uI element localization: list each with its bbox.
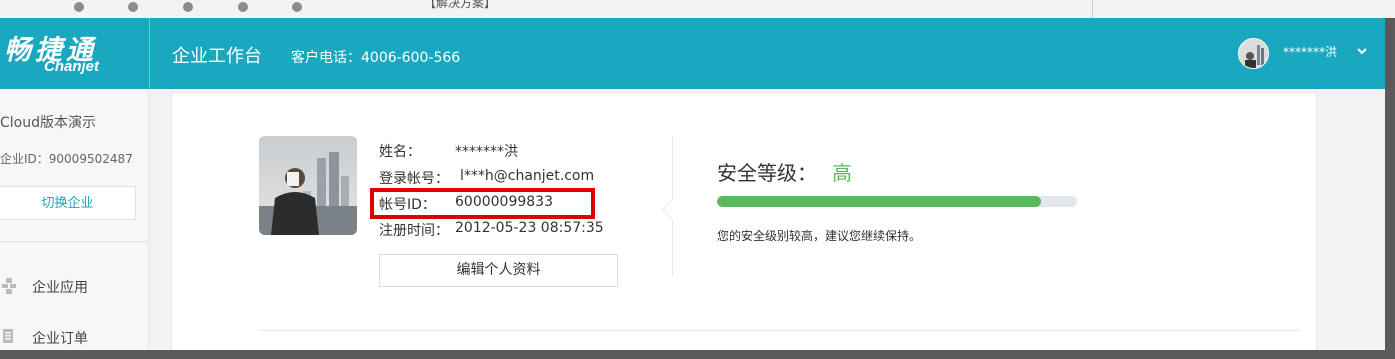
- card-divider-notch: [662, 200, 682, 220]
- account-value: l***h@chanjet.com: [460, 168, 595, 184]
- profile-photo: [259, 136, 357, 235]
- strip-dot: [292, 2, 302, 12]
- strip-dot: [238, 2, 248, 12]
- highlight-box: [370, 188, 595, 219]
- company-id: 企业ID：90009502487: [0, 152, 133, 166]
- sidebar-item-label: 企业订单: [32, 331, 88, 347]
- name-label: 姓名：: [379, 144, 421, 160]
- field-register-time: 注册时间： 2012-05-23 08:57:35: [379, 220, 604, 240]
- field-account: 登录帐号： l***h@chanjet.com: [379, 168, 594, 188]
- apps-icon: [2, 278, 16, 294]
- strip-text: 【解决方案】: [424, 0, 497, 10]
- strip-dot: [128, 2, 138, 12]
- sidebar: Cloud版本演示 企业ID：90009502487 切换企业 企业应用 企业订…: [0, 89, 149, 350]
- orders-icon: [3, 329, 13, 343]
- chevron-down-icon[interactable]: [1355, 44, 1369, 58]
- register-time-label: 注册时间：: [379, 223, 449, 239]
- header-title[interactable]: 企业工作台: [172, 42, 262, 68]
- profile-photo-image: [259, 136, 357, 235]
- sidebar-divider: [0, 241, 148, 242]
- security-progress-bar: [717, 196, 1077, 207]
- logo-en[interactable]: Chanjet: [44, 58, 99, 75]
- header-username[interactable]: *******洪: [1283, 43, 1337, 60]
- company-name: Cloud版本演示: [0, 115, 96, 131]
- strip-dot: [74, 2, 84, 12]
- header-phone: 客户电话：4006-600-566: [291, 50, 461, 66]
- strip-dot: [183, 2, 193, 12]
- top-header: 畅捷通 Chanjet 企业工作台 客户电话：4006-600-566 ****…: [0, 18, 1385, 89]
- sidebar-item-orders[interactable]: 企业订单: [0, 323, 148, 350]
- right-gutter: [1385, 18, 1395, 359]
- app: 畅捷通 Chanjet 企业工作台 客户电话：4006-600-566 ****…: [0, 18, 1385, 350]
- security-title: 安全等级：: [717, 161, 817, 185]
- user-avatar-icon: [1239, 39, 1268, 68]
- sidebar-item-apps[interactable]: 企业应用: [0, 272, 148, 302]
- security-level: 高: [832, 161, 852, 185]
- field-name: 姓名： *******洪: [379, 141, 518, 161]
- browser-strip: 【解决方案】: [0, 0, 1395, 18]
- strip-divider: [1092, 0, 1093, 18]
- security-note: 您的安全级别较高，建议您继续保持。: [717, 229, 922, 243]
- user-avatar[interactable]: [1238, 38, 1269, 69]
- security-progress-fill: [717, 196, 1041, 207]
- switch-company-button[interactable]: 切换企业: [0, 186, 136, 220]
- edit-profile-button[interactable]: 编辑个人资料: [379, 254, 618, 287]
- header-divider: [149, 18, 150, 89]
- name-value: *******洪: [455, 144, 518, 160]
- sidebar-item-label: 企业应用: [32, 280, 88, 296]
- account-label: 登录帐号：: [379, 171, 449, 187]
- card-bottom-divider: [259, 330, 1299, 331]
- profile-card: 姓名： *******洪 登录帐号： l***h@chanjet.com 帐号I…: [171, 92, 1317, 350]
- register-time-value: 2012-05-23 08:57:35: [455, 220, 604, 236]
